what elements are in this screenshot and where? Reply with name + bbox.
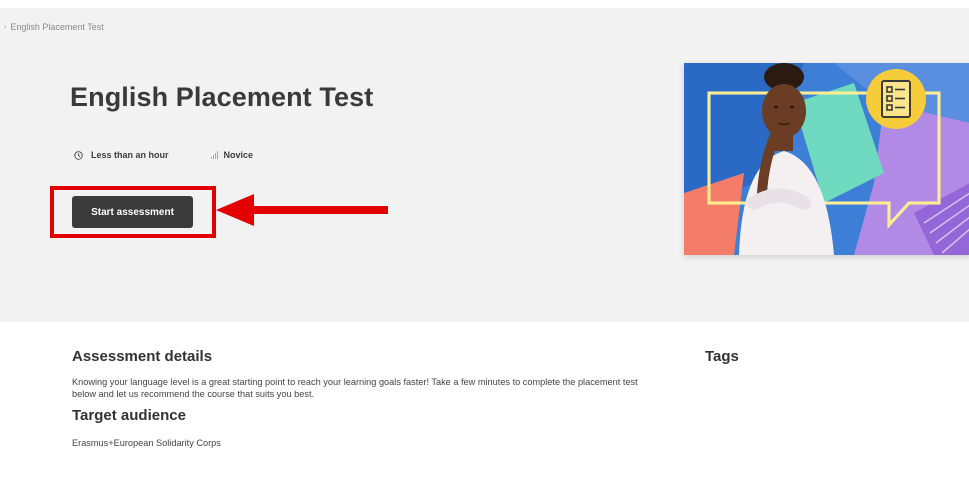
- duration-label: Less than an hour: [91, 150, 169, 160]
- assessment-meta: Less than an hour Novice: [74, 150, 253, 160]
- assessment-description: Knowing your language level is a great s…: [72, 377, 638, 399]
- breadcrumb-separator: ›: [4, 23, 7, 31]
- hero-illustration: [684, 63, 969, 255]
- breadcrumb-current[interactable]: English Placement Test: [10, 22, 103, 32]
- target-audience-value: Erasmus+European Solidarity Corps: [72, 438, 221, 448]
- level-label: Novice: [223, 150, 254, 160]
- annotation-arrow-icon: [216, 194, 388, 226]
- signal-bars-icon: [210, 151, 218, 159]
- page-title: English Placement Test: [70, 82, 374, 112]
- target-audience-heading: Target audience: [72, 407, 186, 424]
- start-assessment-button[interactable]: Start assessment: [72, 196, 193, 228]
- clock-icon: [74, 150, 83, 160]
- top-strip: [0, 0, 969, 8]
- assessment-details-section: Assessment details Knowing your language…: [72, 348, 672, 448]
- breadcrumb: › English Placement Test: [4, 22, 104, 32]
- assessment-details-heading: Assessment details: [72, 348, 213, 365]
- hero-section: › English Placement Test English Placeme…: [0, 8, 969, 322]
- tags-heading: Tags: [705, 348, 739, 365]
